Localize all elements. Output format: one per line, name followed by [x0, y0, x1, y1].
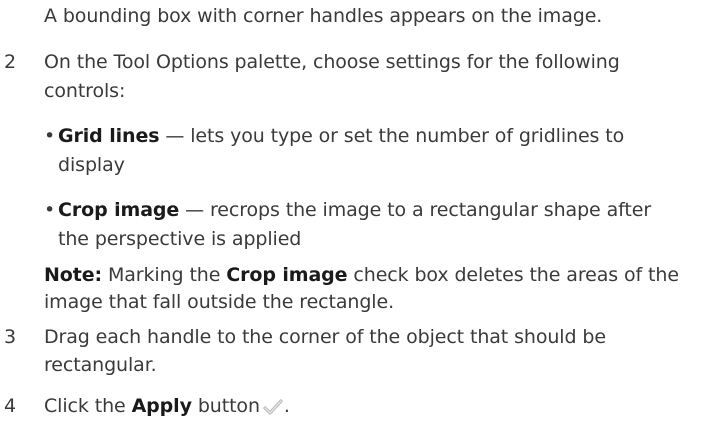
intro-text: A bounding box with corner handles appea… — [44, 5, 603, 27]
bullet-dot: • — [44, 125, 56, 147]
step-2-number: 2 — [4, 51, 16, 73]
note-label: Note: — [44, 264, 103, 286]
step-4-line: Click the Apply button. — [44, 393, 290, 419]
step-4-suffix: button — [197, 395, 260, 417]
step-4-end: . — [283, 395, 290, 417]
note-line1: Note: Marking the Crop image check box d… — [44, 262, 679, 288]
bullet-crop-image-line2: the perspective is applied — [58, 228, 302, 250]
step-3-line1: Drag each handle to the corner of the ob… — [44, 326, 606, 348]
crop-image-description: — recrops the image to a rectangular sha… — [179, 199, 652, 221]
step-2-line1: On the Tool Options palette, choose sett… — [44, 51, 620, 73]
step-4-number: 4 — [4, 395, 16, 417]
step-3-line2: rectangular. — [44, 354, 157, 376]
note-line2: image that fall outside the rectangle. — [44, 291, 395, 313]
checkmark-icon — [262, 397, 284, 417]
bullet-crop-image: • Crop image — recrops the image to a rec… — [44, 197, 651, 223]
bullet-grid-lines: • Grid lines — lets you type or set the n… — [44, 123, 624, 149]
grid-lines-description: — lets you type or set the number of gri… — [159, 125, 625, 147]
note-crop-image-term: Crop image — [226, 264, 348, 286]
bullet-grid-lines-line2: display — [58, 154, 125, 176]
step-3-number: 3 — [4, 326, 16, 348]
note-text-b: check box deletes the areas of the — [347, 264, 679, 286]
apply-term: Apply — [131, 395, 192, 417]
grid-lines-term: Grid lines — [58, 125, 160, 147]
step-2-line2: controls: — [44, 80, 126, 102]
step-4-prefix: Click the — [44, 395, 126, 417]
crop-image-term: Crop image — [58, 199, 180, 221]
note-text-a: Marking the — [102, 264, 227, 286]
document-page: A bounding box with corner handles appea… — [0, 0, 713, 426]
bullet-dot: • — [44, 199, 56, 221]
